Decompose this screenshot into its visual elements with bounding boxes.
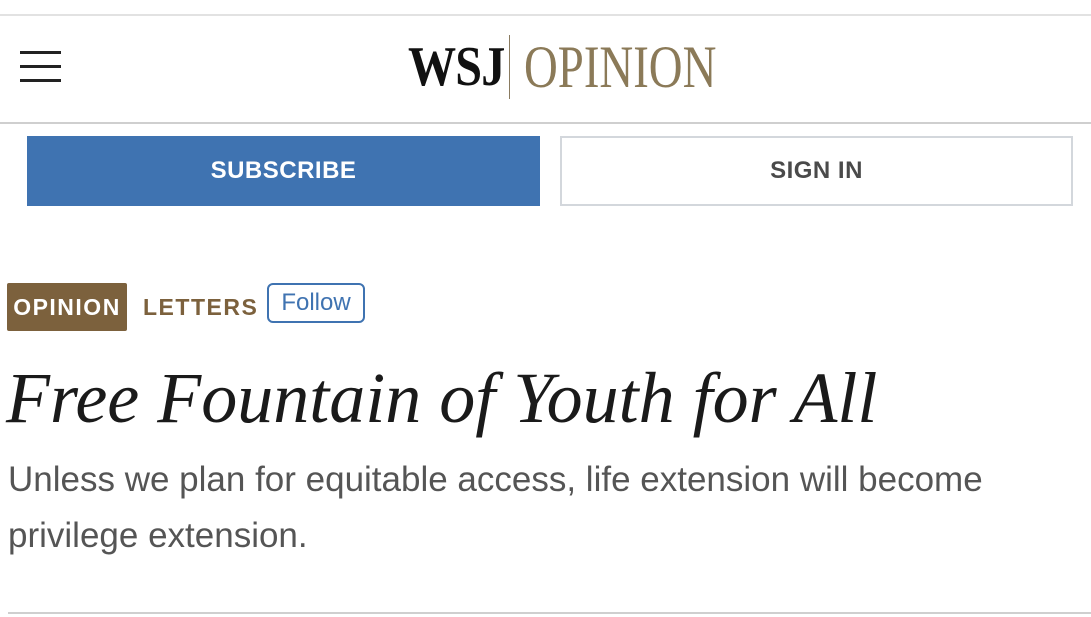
logo-opinion-text: OPINION [524, 34, 717, 100]
masthead: WSJ OPINION [0, 16, 1091, 122]
article-subheadline: Unless we plan for equitable access, lif… [8, 460, 983, 555]
subscribe-button[interactable]: SUBSCRIBE [27, 136, 540, 206]
article-headline: Free Fountain of Youth for All [6, 358, 878, 438]
opinion-section-badge[interactable]: OPINION [7, 283, 127, 331]
logo-divider [509, 35, 510, 99]
letters-category-label[interactable]: LETTERS [143, 294, 258, 321]
masthead-divider [0, 122, 1091, 124]
bottom-divider [8, 612, 1091, 614]
menu-bar [20, 79, 61, 82]
hamburger-menu-icon[interactable] [20, 48, 62, 84]
article-tag-row: OPINION LETTERS [7, 283, 258, 331]
menu-bar [20, 65, 61, 68]
follow-button[interactable]: Follow [267, 283, 365, 323]
logo-wsj-text: WSJ [408, 36, 505, 98]
wsj-opinion-logo[interactable]: WSJ OPINION [408, 32, 717, 102]
sign-in-button[interactable]: SIGN IN [560, 136, 1073, 206]
menu-bar [20, 51, 61, 54]
